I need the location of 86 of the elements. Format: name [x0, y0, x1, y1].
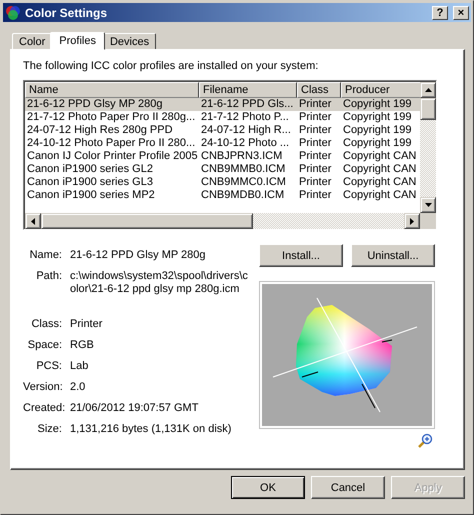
up-arrow-icon [424, 88, 432, 92]
left-arrow-icon [31, 218, 35, 224]
table-cell-text: Canon iP1900 series GL2 [26, 163, 154, 176]
field-value: 21-6-12 PPD Glsy MP 280g [70, 249, 207, 262]
scroll-right-button[interactable] [404, 213, 420, 229]
column-header[interactable]: Filename [199, 82, 297, 98]
field-value: Printer [70, 318, 104, 331]
tab[interactable]: Profiles [50, 32, 105, 50]
table-cell-text: 24-10-12 Photo ... [200, 137, 290, 150]
table-row[interactable]: Canon iP1900 series GL3 CNB9MMC0.ICM Printer Copyright CAN [25, 176, 420, 189]
field-label: Version: [23, 381, 62, 394]
table-cell-text: Printer [298, 111, 332, 124]
table-cell-text: CNB9MDB0.ICM [200, 189, 286, 202]
table-cell-text: Printer [298, 137, 332, 150]
scroll-thumb[interactable] [41, 213, 253, 229]
zoom-in-icon[interactable] [417, 433, 433, 449]
table-cell-text: Canon iP1900 series MP2 [26, 189, 156, 202]
field-value: RGB [70, 339, 95, 352]
table-row[interactable]: Canon IJ Color Printer Profile 2005 CNBJPRN3.ICM Printer Copyright CAN [25, 150, 420, 163]
tab[interactable]: Color [12, 33, 52, 49]
scrollbar-corner [420, 213, 436, 229]
scroll-up-button[interactable] [420, 82, 436, 98]
table-cell-text: Canon IJ Color Printer Profile 2005 [26, 150, 199, 163]
table-cell-text: 21-7-12 Photo Paper Pro II 280g... [26, 111, 196, 124]
dialog-button[interactable]: OK [231, 476, 305, 499]
table-cell-text: Printer [298, 189, 332, 202]
column-header[interactable]: Producer [341, 82, 420, 98]
field-label: Size: [36, 423, 62, 436]
table-cell-text: 21-6-12 PPD Glsy MP 280g [26, 98, 164, 111]
scroll-thumb[interactable] [420, 98, 436, 120]
scroll-left-button[interactable] [25, 213, 41, 229]
field-label: Name: [28, 249, 62, 262]
table-cell-text: Printer [298, 124, 332, 137]
table-row[interactable]: Canon iP1900 series MP2 CNB9MDB0.ICM Printer Copyright CAN [25, 189, 420, 202]
field-value: 1,131,216 bytes (1,131K on disk) [70, 423, 232, 436]
close-button[interactable]: × [453, 6, 469, 20]
table-cell-text: Printer [298, 150, 332, 163]
table-cell-text: Canon iP1900 series GL3 [26, 176, 154, 189]
table-cell-text: Copyright CAN [342, 150, 418, 163]
right-arrow-icon [410, 218, 414, 224]
scroll-down-button[interactable] [420, 197, 436, 213]
table-row[interactable]: 24-10-12 Photo Paper Pro II 280... 24-10-12 Photo ... Printer Copyright 199 [25, 137, 420, 150]
table-cell-text: Copyright 199 [342, 98, 412, 111]
field-label: Space: [26, 339, 62, 352]
table-row[interactable]: Canon iP1900 series GL2 CNB9MMB0.ICM Printer Copyright CAN [25, 163, 420, 176]
color-circles-icon [5, 4, 21, 20]
table-cell-text: CNB9MMB0.ICM [200, 163, 286, 176]
table-cell-text: 24-10-12 Photo Paper Pro II 280... [26, 137, 196, 150]
uninstall-button[interactable]: Uninstall... [351, 244, 435, 267]
field-label: Created: [23, 402, 62, 415]
window-title: Color Settings [25, 6, 108, 20]
table-cell-text: 21-6-12 PPD Gls... [200, 98, 294, 111]
field-label: PCS: [35, 360, 62, 373]
table-cell-text: 24-07-12 High R... [200, 124, 292, 137]
down-arrow-icon [424, 203, 432, 207]
field-value: c:\windows\system32\spool\drivers\color\21-6-12 ppd glsy mp 280g.icm [70, 270, 248, 296]
field-label: Class: [30, 318, 62, 331]
field-label: Path: [35, 270, 62, 284]
table-row[interactable]: 24-07-12 High Res 280g PPD 24-07-12 High R... Printer Copyright 199 [25, 124, 420, 137]
table-cell-text: Copyright CAN [342, 176, 418, 189]
table-cell-text: Copyright 199 [342, 124, 412, 137]
table-cell-text: Printer [298, 163, 332, 176]
help-button[interactable]: ? [432, 6, 448, 20]
vertical-scrollbar[interactable] [420, 82, 436, 213]
column-header[interactable]: Name [25, 82, 199, 98]
table-row[interactable]: 21-7-12 Photo Paper Pro II 280g... 21-7-12 Photo P... Printer Copyright 199 [25, 111, 420, 124]
table-cell-text: Copyright 199 [342, 111, 412, 124]
table-cell-text: Copyright CAN [342, 163, 418, 176]
table-cell-text: 24-07-12 High Res 280g PPD [26, 124, 174, 137]
table-cell-text: CNBJPRN3.ICM [200, 150, 284, 163]
table-cell-text: Printer [298, 98, 332, 111]
table-cell-text: 21-7-12 Photo P... [200, 111, 290, 124]
intro-text: The following ICC color profiles are installed on your system: [23, 60, 320, 72]
table-row[interactable]: 21-6-12 PPD Glsy MP 280g 21-6-12 PPD Gls... Printer Copyright 199 [25, 98, 420, 111]
column-header[interactable]: Class [297, 82, 341, 98]
install-button[interactable]: Install... [259, 244, 343, 267]
horizontal-scrollbar[interactable] [25, 213, 436, 229]
field-value: 2.0 [70, 381, 86, 394]
table-cell-text: CNB9MMC0.ICM [200, 176, 287, 189]
table-cell-text: Printer [298, 176, 332, 189]
table-cell-text: Copyright 199 [342, 137, 412, 150]
tab[interactable]: Devices [102, 33, 156, 49]
table-cell-text: Copyright CAN [342, 189, 418, 202]
field-value: 21/06/2012 19:07:57 GMT [70, 402, 200, 415]
dialog-button[interactable]: Cancel [311, 476, 385, 499]
field-value: Lab [70, 360, 90, 373]
